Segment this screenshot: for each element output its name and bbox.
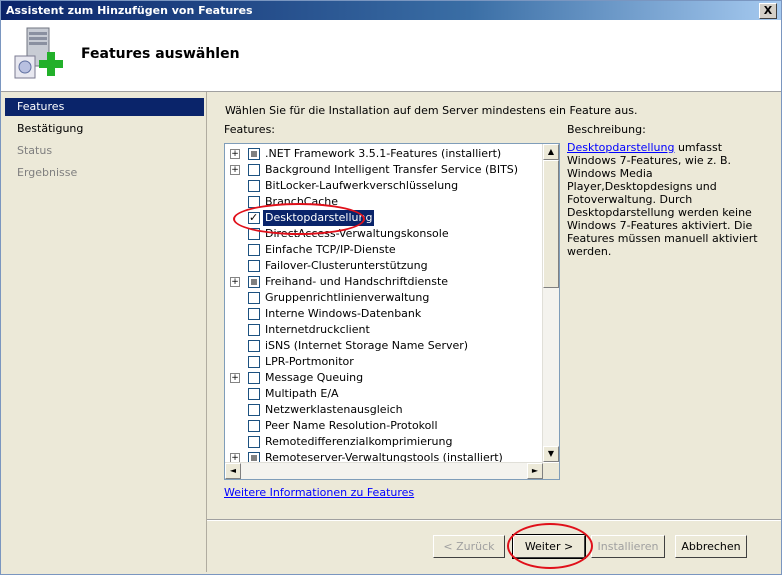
title-bar[interactable]: Assistent zum Hinzufügen von Features X [1,1,781,20]
feature-checkbox[interactable] [248,436,260,448]
feature-row[interactable]: + .NET Framework 3.5.1-Features (installi… [225,146,535,162]
nav-step-3: Status [17,144,53,157]
feature-row[interactable]: Einfache TCP/IP-Dienste [225,242,535,258]
description-text: umfasst Windows 7-Features, wie z. B. Wi… [567,141,758,258]
feature-row[interactable]: Desktopdarstellung [225,210,535,226]
feature-checkbox[interactable] [248,292,260,304]
feature-row[interactable]: LPR-Portmonitor [225,354,535,370]
feature-checkbox[interactable] [248,404,260,416]
page-title: Features auswählen [81,46,240,62]
feature-label[interactable]: Desktopdarstellung [263,210,375,226]
feature-row[interactable]: iSNS (Internet Storage Name Server) [225,338,535,354]
feature-label[interactable]: .NET Framework 3.5.1-Features (installie… [265,146,501,162]
wizard-window: Assistent zum Hinzufügen von Features X … [0,0,782,575]
feature-label[interactable]: Multipath E/A [265,386,339,402]
feature-checkbox[interactable] [248,308,260,320]
more-info-link[interactable]: Weitere Informationen zu Features [224,486,414,499]
feature-row[interactable]: Remotedifferenzialkomprimierung [225,434,535,450]
expand-plus-icon[interactable]: + [230,373,240,383]
nav-step-4: Ergebnisse [17,166,78,179]
feature-checkbox[interactable] [248,260,260,272]
description-label: Beschreibung: [567,123,646,136]
feature-checkbox[interactable] [248,388,260,400]
scroll-left-icon[interactable]: ◄ [225,463,241,479]
feature-row[interactable]: Netzwerklastenausgleich [225,402,535,418]
feature-row[interactable]: Internetdruckclient [225,322,535,338]
feature-checkbox[interactable] [248,196,260,208]
wizard-footer: < Zurück Weiter > Installieren Abbrechen [207,520,781,574]
feature-row[interactable]: + Background Intelligent Transfer Service… [225,162,535,178]
feature-label[interactable]: Internetdruckclient [265,322,370,338]
feature-label[interactable]: Message Queuing [265,370,363,386]
scroll-right-icon[interactable]: ► [527,463,543,479]
feature-checkbox[interactable] [248,210,260,226]
feature-label[interactable]: BitLocker-Laufwerkverschlüsselung [265,178,458,194]
feature-row[interactable]: Interne Windows-Datenbank [225,306,535,322]
cancel-button[interactable]: Abbrechen [675,535,747,558]
feature-label[interactable]: iSNS (Internet Storage Name Server) [265,338,468,354]
feature-label[interactable]: Remotedifferenzialkomprimierung [265,434,452,450]
scroll-up-icon[interactable]: ▲ [543,144,559,160]
back-button[interactable]: < Zurück [433,535,505,558]
close-button[interactable]: X [759,3,777,19]
feature-label[interactable]: Gruppenrichtlinienverwaltung [265,290,429,306]
feature-row[interactable]: Gruppenrichtlinienverwaltung [225,290,535,306]
window-title: Assistent zum Hinzufügen von Features [6,4,253,17]
feature-checkbox[interactable] [248,276,260,288]
feature-row[interactable]: + Freihand- und Handschriftdienste [225,274,535,290]
wizard-steps-nav: Features Bestätigung Status Ergebnisse [1,92,207,572]
feature-row[interactable]: BranchCache [225,194,535,210]
feature-row[interactable]: Peer Name Resolution-Protokoll [225,418,535,434]
feature-row[interactable]: Multipath E/A [225,386,535,402]
features-label: Features: [224,123,276,136]
feature-description: Desktopdarstellung umfasst Windows 7-Fea… [567,141,767,258]
feature-label[interactable]: Einfache TCP/IP-Dienste [265,242,396,258]
feature-checkbox[interactable] [248,372,260,384]
feature-row[interactable]: DirectAccess-Verwaltungskonsole [225,226,535,242]
vertical-scrollbar[interactable]: ▲ ▼ [542,144,559,462]
wizard-header: Features auswählen [1,20,781,92]
feature-checkbox[interactable] [248,228,260,240]
feature-row[interactable]: BitLocker-Laufwerkverschlüsselung [225,178,535,194]
feature-label[interactable]: LPR-Portmonitor [265,354,354,370]
feature-label[interactable]: Netzwerklastenausgleich [265,402,403,418]
feature-label[interactable]: Background Intelligent Transfer Service … [265,162,518,178]
feature-label[interactable]: Failover-Clusterunterstützung [265,258,428,274]
wizard-content: Wählen Sie für die Installation auf dem … [207,92,781,520]
feature-checkbox[interactable] [248,420,260,432]
horizontal-scrollbar[interactable]: ◄ ► [225,462,543,479]
feature-label[interactable]: BranchCache [265,194,338,210]
feature-checkbox[interactable] [248,244,260,256]
scroll-down-icon[interactable]: ▼ [543,446,559,462]
feature-checkbox[interactable] [248,180,260,192]
expand-plus-icon[interactable]: + [230,277,240,287]
feature-checkbox[interactable] [248,324,260,336]
feature-checkbox[interactable] [248,340,260,352]
feature-checkbox[interactable] [248,164,260,176]
feature-label[interactable]: DirectAccess-Verwaltungskonsole [265,226,449,242]
scrollbar-thumb[interactable] [543,160,559,288]
scrollbar-corner [543,463,559,479]
feature-label[interactable]: Freihand- und Handschriftdienste [265,274,448,290]
feature-row[interactable]: + Message Queuing [225,370,535,386]
feature-checkbox[interactable] [248,148,260,160]
description-feature-link[interactable]: Desktopdarstellung [567,141,674,154]
nav-step-1[interactable]: Features [5,98,204,116]
instruction-text: Wählen Sie für die Installation auf dem … [225,104,638,117]
feature-row[interactable]: Failover-Clusterunterstützung [225,258,535,274]
features-tree[interactable]: + .NET Framework 3.5.1-Features (installi… [224,143,560,480]
next-button[interactable]: Weiter > [512,534,586,559]
expand-plus-icon[interactable]: + [230,165,240,175]
feature-checkbox[interactable] [248,356,260,368]
nav-step-2[interactable]: Bestätigung [5,120,204,138]
expand-plus-icon[interactable]: + [230,149,240,159]
server-add-feature-icon [14,27,63,79]
feature-label[interactable]: Interne Windows-Datenbank [265,306,421,322]
feature-label[interactable]: Peer Name Resolution-Protokoll [265,418,438,434]
install-button[interactable]: Installieren [591,535,665,558]
